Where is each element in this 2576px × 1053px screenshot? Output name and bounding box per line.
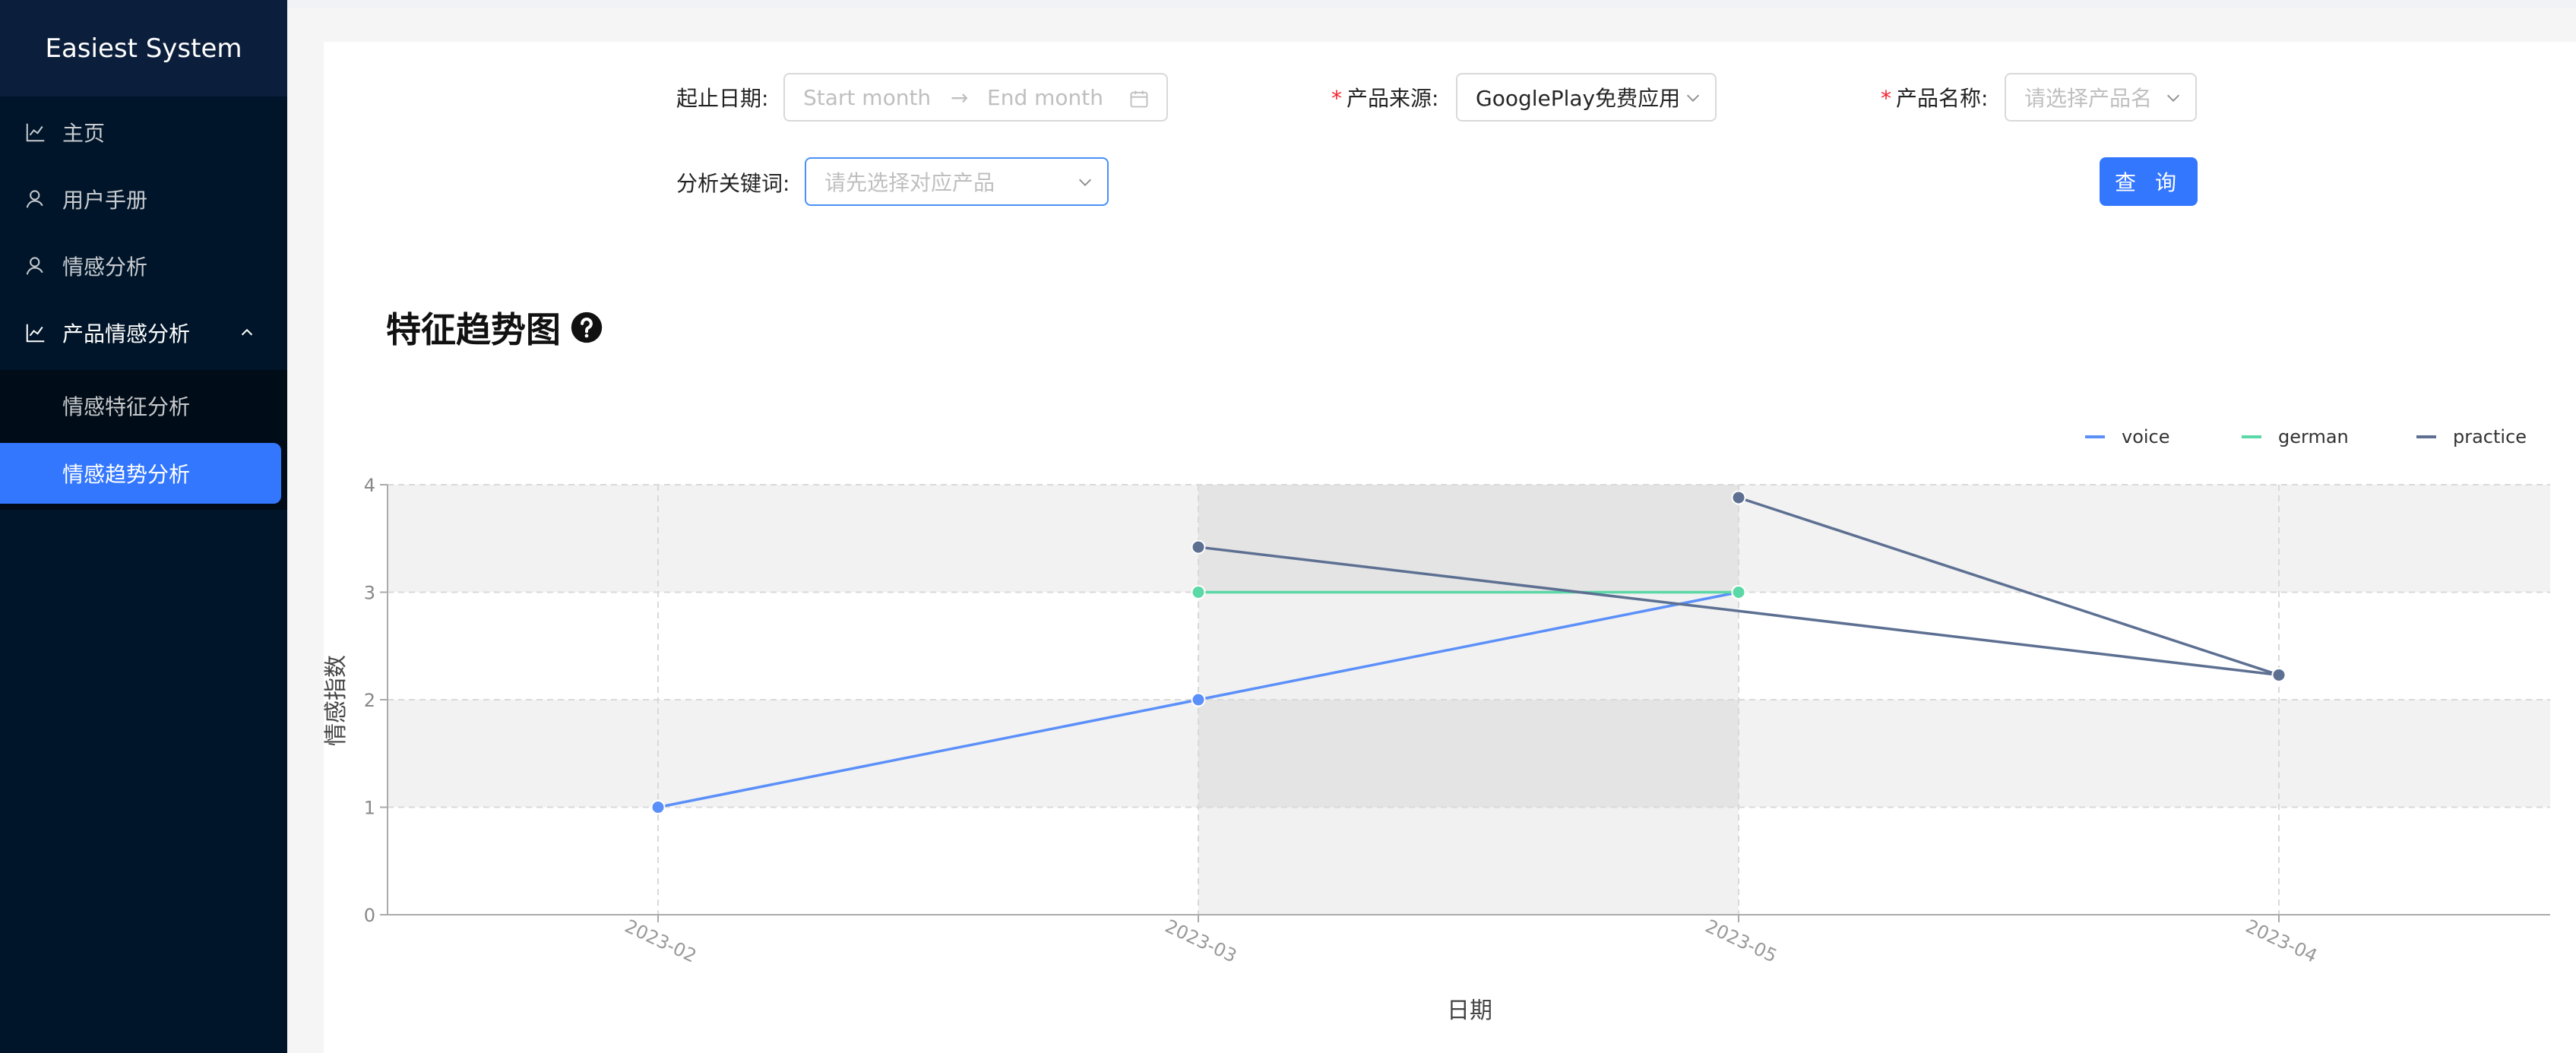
x-tick-label: 2023-02	[622, 915, 700, 967]
y-tick-label: 0	[364, 905, 375, 926]
y-axis-label: 情感指数	[323, 655, 350, 746]
x-axis-label: 日期	[1447, 998, 1492, 1024]
legend-item-german: german	[2278, 426, 2349, 447]
trend-chart: 0 1 2 3 4 2023-02 2023-03 2023-05 2023-04 voice g…	[323, 426, 2550, 1024]
x-tick-label: 2023-05	[1702, 915, 1780, 967]
data-point-practice	[1731, 490, 1746, 505]
legend-item-voice: voice	[2122, 426, 2170, 447]
data-point-voice	[650, 800, 666, 814]
y-tick-label: 3	[364, 583, 375, 604]
data-point-voice	[1191, 692, 1206, 707]
data-point-practice	[2271, 667, 2286, 682]
legend-item-practice: practice	[2453, 426, 2527, 447]
data-point-german	[1731, 585, 1746, 599]
x-tick-label: 2023-04	[2242, 915, 2321, 967]
x-tick-label: 2023-03	[1162, 915, 1240, 967]
data-point-german	[1191, 585, 1206, 599]
data-point-practice	[1191, 539, 1206, 555]
y-tick-label: 4	[364, 475, 375, 496]
y-tick-label: 1	[364, 798, 375, 819]
y-tick-label: 2	[364, 690, 375, 711]
